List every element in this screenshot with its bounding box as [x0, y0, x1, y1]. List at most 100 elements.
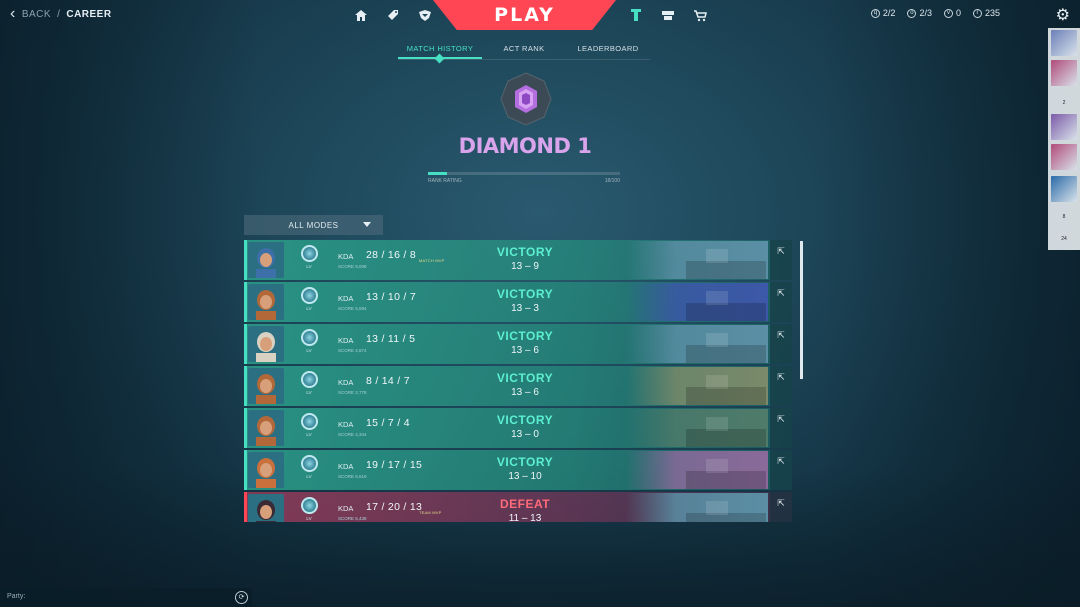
map-thumbnail — [626, 451, 768, 489]
friend-avatar[interactable] — [1051, 60, 1077, 86]
home-icon[interactable] — [349, 4, 373, 26]
battlepass-icon[interactable] — [656, 4, 680, 26]
rank-badge-level: LV — [306, 390, 312, 395]
expand-match-icon[interactable]: ⇱ — [770, 408, 792, 448]
page-title: CAREER — [66, 8, 112, 20]
party-label: Party: — [7, 593, 26, 600]
rank-progress-value: 18/100 — [604, 178, 620, 184]
rank-badge: LV — [298, 455, 320, 485]
combat-score: SCORE 4,674 — [338, 348, 367, 353]
match-score: 11 – 13 — [508, 513, 542, 522]
expand-match-icon[interactable]: ⇱ — [770, 366, 792, 406]
match-row[interactable]: LV KDA 8 / 14 / 7 SCORE 2,778 VICTORY 13… — [244, 366, 792, 406]
tab-match-history[interactable]: MATCH HISTORY — [398, 42, 482, 59]
mvp-tag: TEAM MVP — [419, 510, 442, 515]
rank-badge-icon — [300, 287, 318, 304]
expand-match-icon[interactable]: ⇱ — [770, 282, 792, 322]
match-score: 13 – 6 — [511, 345, 539, 356]
store-icon[interactable] — [688, 4, 712, 26]
map-thumbnail — [626, 241, 768, 279]
rank-badge: LV — [298, 413, 320, 443]
result-edge — [244, 492, 247, 522]
career-icon[interactable] — [624, 4, 648, 26]
friend-avatar[interactable] — [1051, 30, 1077, 56]
combat-score: SCORE 9,008 — [338, 264, 367, 269]
currency-value: 2/3 — [919, 8, 932, 18]
rank-badge: LV — [298, 371, 320, 401]
kda-value: 13 / 10 / 7 — [366, 291, 417, 303]
match-result: VICTORY — [496, 287, 554, 301]
match-score: 13 – 6 — [511, 387, 539, 398]
currency-3[interactable]: v 0 — [943, 8, 961, 18]
agent-portrait — [248, 368, 284, 404]
currency-4[interactable]: r 235 — [972, 8, 1000, 18]
currency-bar: q 2/2 o 2/3 v 0 r 235 — [859, 8, 1000, 18]
agents-icon[interactable] — [413, 4, 437, 26]
rank-badge: LV — [298, 329, 320, 359]
rank-badge: LV — [298, 497, 320, 522]
friend-avatar[interactable] — [1051, 176, 1077, 202]
result-edge — [244, 324, 247, 364]
match-row[interactable]: LV KDA 13 / 10 / 7 SCORE 5,694 VICTORY 1… — [244, 282, 792, 322]
match-row[interactable]: LV KDA 28 / 16 / 8 SCORE 9,008 MATCH MVP… — [244, 240, 792, 280]
mode-filter-label: ALL MODES — [288, 220, 339, 230]
play-label: PLAY — [494, 4, 555, 26]
back-button[interactable]: ‹ BACK / CAREER — [10, 6, 112, 22]
rank-badge-level: LV — [306, 306, 312, 311]
kda-label: KDA — [338, 462, 354, 471]
match-list-scrollbar[interactable] — [800, 241, 803, 379]
map-thumbnail — [626, 367, 768, 405]
kda-label: KDA — [338, 252, 354, 261]
gear-icon[interactable]: ⚙ — [1056, 5, 1070, 25]
collection-icon[interactable] — [381, 4, 405, 26]
rank-badge-level: LV — [306, 516, 312, 521]
mode-filter-dropdown[interactable]: ALL MODES — [244, 215, 383, 235]
match-history-list: LV KDA 28 / 16 / 8 SCORE 9,008 MATCH MVP… — [244, 240, 792, 522]
rank-progress-label: RANK RATING — [428, 178, 462, 184]
agent-portrait — [248, 284, 284, 320]
match-row[interactable]: LV KDA 13 / 11 / 5 SCORE 4,674 VICTORY 1… — [244, 324, 792, 364]
result-edge — [244, 282, 247, 322]
party-invite-icon[interactable]: ⟳ — [235, 591, 248, 604]
chevron-down-icon — [363, 222, 371, 227]
match-row[interactable]: LV KDA 15 / 7 / 4 SCORE 4,344 VICTORY 13… — [244, 408, 792, 448]
match-result: VICTORY — [496, 455, 554, 469]
friend-avatar[interactable] — [1051, 114, 1077, 140]
currency-1[interactable]: q 2/2 — [870, 8, 895, 18]
rank-badge-icon — [300, 455, 318, 472]
combat-score: SCORE 4,344 — [338, 432, 367, 437]
kda-label: KDA — [338, 336, 354, 345]
map-thumbnail — [626, 409, 768, 447]
match-row[interactable]: LV KDA 17 / 20 / 13 SCORE 5,438 TEAM MVP… — [244, 492, 792, 522]
currency-2[interactable]: o 2/3 — [907, 8, 932, 18]
friend-avatar[interactable] — [1051, 144, 1077, 170]
rank-badge-icon — [300, 371, 318, 388]
match-row[interactable]: LV KDA 19 / 17 / 15 SCORE 6,619 VICTORY … — [244, 450, 792, 490]
back-label: BACK — [21, 8, 52, 20]
result-edge — [244, 408, 247, 448]
party-bar: Party: ⟳ — [0, 588, 252, 607]
expand-match-icon[interactable]: ⇱ — [770, 240, 792, 280]
tab-leaderboard[interactable]: LEADERBOARD — [566, 42, 650, 59]
rank-badge-level: LV — [306, 474, 312, 479]
kda-value: 19 / 17 / 15 — [366, 459, 423, 471]
play-button[interactable]: PLAY — [433, 0, 616, 30]
currency-icon: q — [870, 8, 880, 18]
agent-portrait — [248, 452, 284, 488]
kda-value: 13 / 11 / 5 — [366, 333, 416, 345]
expand-match-icon[interactable]: ⇱ — [770, 492, 792, 522]
currency-icon: o — [907, 8, 917, 18]
combat-score: SCORE 2,778 — [338, 390, 367, 395]
match-score: 13 – 0 — [511, 429, 539, 440]
expand-match-icon[interactable]: ⇱ — [770, 450, 792, 490]
agent-portrait — [248, 410, 284, 446]
tab-act-rank[interactable]: ACT RANK — [482, 42, 566, 59]
match-result: VICTORY — [496, 371, 554, 385]
rank-name: DIAMOND 1 — [458, 134, 592, 158]
map-thumbnail — [626, 493, 768, 522]
match-result: VICTORY — [496, 329, 554, 343]
expand-match-icon[interactable]: ⇱ — [770, 324, 792, 364]
combat-score: SCORE 6,619 — [338, 474, 367, 479]
currency-value: 235 — [984, 8, 1000, 18]
currency-icon: v — [943, 8, 953, 18]
